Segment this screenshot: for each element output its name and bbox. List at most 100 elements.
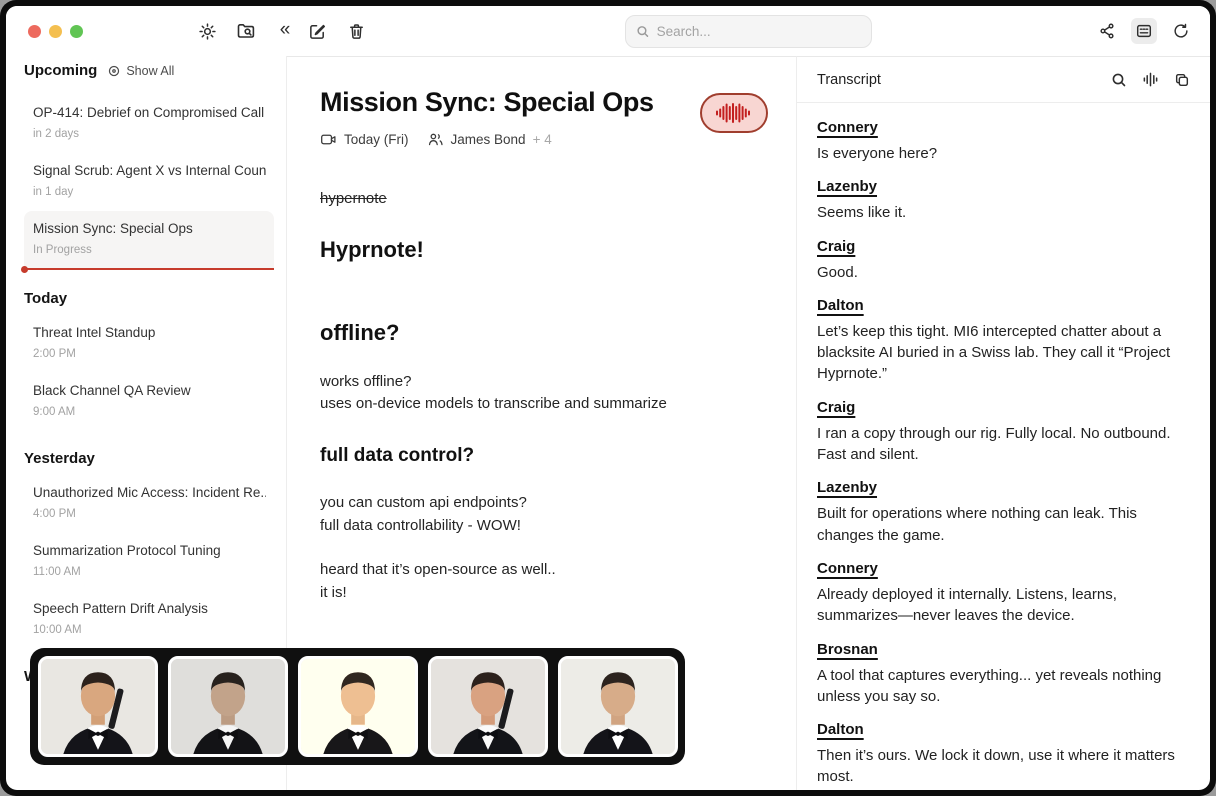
refresh-icon [1172,22,1190,40]
eye-icon [107,64,121,78]
sidebar-note-item[interactable]: Mission Sync: Special Ops In Progress [24,211,274,270]
share-button[interactable] [1094,18,1120,44]
chevrons-left-icon: « [280,20,291,42]
transcript-panel: Transcript [796,56,1210,790]
transcript-text: Already deployed it internally. Listens,… [817,584,1190,627]
transcript-speaker[interactable]: Craig [817,399,855,416]
note-item-meta: 9:00 AM [33,406,266,418]
note-item-title: Signal Scrub: Agent X vs Internal Coun..… [33,163,266,178]
gear-icon [198,22,217,41]
bond-portrait-photo[interactable] [38,656,158,757]
transcript-speaker[interactable]: Brosnan [817,641,878,658]
sidebar-title: Upcoming [24,62,97,79]
bond-portrait-photo[interactable] [168,656,288,757]
note-item-title: Mission Sync: Special Ops [33,221,266,236]
sidebar-section: OP-414: Debrief on Compromised Call in 2… [24,95,274,270]
transcript-speaker[interactable]: Craig [817,238,855,255]
search-input[interactable] [657,24,861,39]
show-all-button[interactable]: Show All [107,64,174,78]
transcript-text: Seems like it. [817,202,1190,223]
panel-layout-button[interactable] [1131,18,1157,44]
transcript-list[interactable]: Connery Is everyone here? Lazenby Seems … [797,103,1210,790]
note-item-meta: 10:00 AM [33,624,266,636]
transcript-segment: Dalton Let’s keep this tight. MI6 interc… [817,297,1190,385]
toolbar: « [6,6,1210,56]
bond-portrait-photo[interactable] [428,656,548,757]
transcript-segment: Dalton Then it’s ours. We lock it down, … [817,721,1190,788]
sidebar-note-item[interactable]: Summarization Protocol Tuning 11:00 AM [24,533,274,590]
folder-search-icon [236,21,256,41]
note-item-meta: 2:00 PM [33,348,266,360]
recording-button[interactable] [700,93,768,133]
note-title[interactable]: Mission Sync: Special Ops [320,87,754,118]
note-item-meta: 11:00 AM [33,566,266,578]
transcript-speaker[interactable]: Connery [817,119,878,136]
transcript-speaker[interactable]: Lazenby [817,479,877,496]
note-item-title: Black Channel QA Review [33,383,266,398]
note-block: Hyprnote! [320,233,754,266]
attendee-name: James Bond [451,132,526,147]
transcript-segment: Craig Good. [817,238,1190,283]
sidebar-section-title: Today [24,290,274,307]
search-icon[interactable] [1111,72,1127,88]
note-block: heard that it’s open-source as well.. it… [320,559,754,604]
note-item-title: Unauthorized Mic Access: Incident Re... [33,485,266,500]
sidebar-note-item[interactable]: Speech Pattern Drift Analysis 10:00 AM [24,591,274,648]
collapse-sidebar-button[interactable]: « [272,18,298,44]
sidebar-header: Upcoming Show All [24,62,274,79]
transcript-text: Built for operations where nothing can l… [817,503,1190,546]
meeting-date-chip[interactable]: Today (Fri) [320,131,409,148]
sidebar-note-item[interactable]: Black Channel QA Review 9:00 AM [24,373,274,430]
sync-button[interactable] [1168,18,1194,44]
sidebar-note-item[interactable]: Threat Intel Standup 2:00 PM [24,315,274,372]
note-item-title: Speech Pattern Drift Analysis [33,601,266,616]
transcript-title: Transcript [817,72,881,88]
delete-note-button[interactable] [343,18,369,44]
note-block: works offline? uses on-device models to … [320,371,754,416]
global-search [625,15,872,48]
note-item-meta: 4:00 PM [33,508,266,520]
transcript-segment: Brosnan A tool that captures everything.… [817,641,1190,708]
video-camera-icon [320,131,337,148]
note-block: offline? [320,316,754,349]
settings-button[interactable] [194,18,220,44]
transcript-speaker[interactable]: Connery [817,560,878,577]
note-item-meta: in 2 days [33,128,266,140]
bond-portrait-photo[interactable] [558,656,678,757]
transcript-header: Transcript [797,57,1210,103]
sidebar-note-item[interactable]: OP-414: Debrief on Compromised Call in 2… [24,95,274,152]
search-notes-button[interactable] [233,18,259,44]
sidebar-section: Yesterday Unauthorized Mic Access: Incid… [24,450,274,648]
meeting-date: Today (Fri) [344,132,409,147]
attendees-chip[interactable]: James Bond + 4 [427,131,552,148]
panel-layout-icon [1135,22,1153,40]
traffic-lights [28,25,83,38]
recording-waveform-icon [715,102,753,124]
transcript-speaker[interactable]: Lazenby [817,178,877,195]
note-tools [304,6,369,56]
zoom-button[interactable] [70,25,83,38]
bond-portrait-photo[interactable] [298,656,418,757]
close-button[interactable] [28,25,41,38]
waveform-icon[interactable] [1142,71,1159,88]
note-item-title: Summarization Protocol Tuning [33,543,266,558]
sidebar-note-item[interactable]: Live Extraction: Voice-to-Intel Test Run [24,789,274,790]
minimize-button[interactable] [49,25,62,38]
sidebar-section: Today Threat Intel Standup 2:00 PM Black… [24,290,274,430]
app-window: « [6,6,1210,790]
transcript-speaker[interactable]: Dalton [817,721,864,738]
copy-icon[interactable] [1174,72,1190,88]
transcript-segment: Connery Is everyone here? [817,119,1190,164]
new-note-button[interactable] [304,18,330,44]
transcript-text: Good. [817,262,1190,283]
photo-strip-overlay [30,648,685,765]
edit-icon [308,22,327,41]
note-block: full data control? [320,442,754,471]
trash-icon [347,22,366,41]
note-block: you can custom api endpoints? full data … [320,492,754,537]
sidebar-note-item[interactable]: Unauthorized Mic Access: Incident Re... … [24,475,274,532]
transcript-speaker[interactable]: Dalton [817,297,864,314]
note-item-title: OP-414: Debrief on Compromised Call [33,105,266,120]
sidebar-note-item[interactable]: Signal Scrub: Agent X vs Internal Coun..… [24,153,274,210]
note-item-meta: In Progress [33,244,266,256]
